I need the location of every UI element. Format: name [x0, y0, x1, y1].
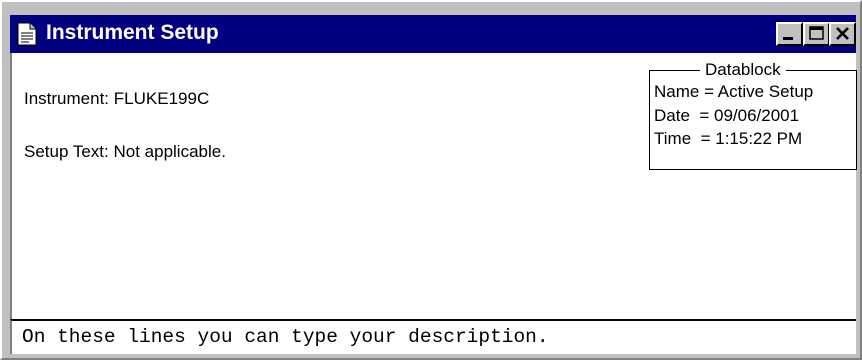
datablock-time: Time = 1:15:22 PM — [654, 129, 803, 148]
minimize-icon — [783, 37, 793, 40]
setup-info-panel: Instrument: FLUKE199C Setup Text: Not ap… — [10, 53, 857, 319]
description-text-area[interactable]: On these lines you can type your descrip… — [10, 319, 856, 354]
setup-text-row: Setup Text: Not applicable. — [24, 142, 226, 162]
datablock-title: Datablock — [700, 60, 786, 80]
datablock-name: Name = Active Setup — [654, 82, 814, 101]
instrument-setup-window: Instrument Setup Instrument: FLUKE199C S… — [0, 0, 862, 360]
minimize-button[interactable] — [776, 22, 803, 46]
maximize-button[interactable] — [803, 22, 830, 46]
setup-text-value: Not applicable. — [113, 142, 226, 161]
datablock-date: Date = 09/06/2001 — [654, 106, 800, 125]
instrument-value: FLUKE199C — [113, 89, 210, 108]
close-icon — [836, 27, 849, 40]
window-title: Instrument Setup — [46, 21, 219, 44]
close-button[interactable] — [829, 22, 856, 46]
instrument-row: Instrument: FLUKE199C — [24, 89, 209, 109]
document-icon — [16, 22, 38, 46]
setup-text-label: Setup Text: — [24, 142, 109, 161]
datablock-group: Datablock Name = Active Setup Date = 09/… — [649, 60, 857, 170]
instrument-label: Instrument: — [24, 89, 110, 108]
maximize-icon — [809, 26, 824, 40]
title-bar[interactable]: Instrument Setup — [10, 15, 856, 53]
